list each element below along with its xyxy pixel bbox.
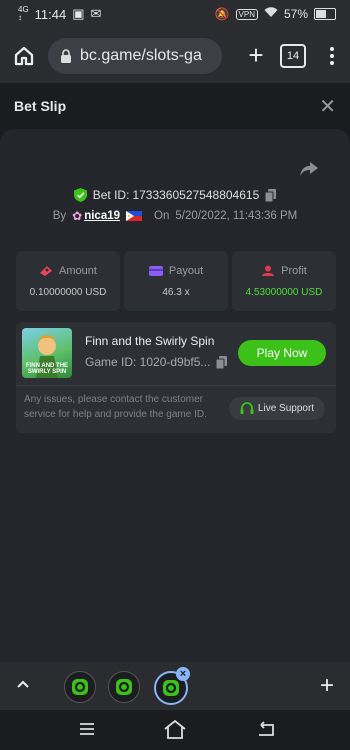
stat-profit: Profit 4.53000000 USD: [232, 251, 336, 311]
game-id-line: Game ID: 1020-d9bf5...: [85, 355, 228, 369]
tab-thumbnail[interactable]: [64, 671, 96, 703]
bcgame-favicon-icon: [116, 679, 132, 695]
modal-header: Bet Slip ✕: [0, 83, 350, 129]
profit-value: 4.53000000 USD: [245, 286, 323, 298]
new-tab-button[interactable]: +: [234, 40, 278, 71]
by-label: By: [52, 210, 67, 222]
bet-id-line: Bet ID: 1733360527548804615: [0, 188, 350, 202]
tab-switcher-button[interactable]: 14: [280, 43, 306, 68]
browser-toolbar: bc.game/slots-ga + 14: [0, 28, 350, 83]
amount-label: Amount: [59, 264, 97, 277]
divider: [16, 385, 336, 386]
modal-title: Bet Slip: [14, 98, 67, 114]
headset-icon: [240, 402, 254, 414]
copy-icon[interactable]: [265, 188, 277, 202]
status-bar: 4G ↕ 11:44 ▣ ✉ 🔕 VPN 57%: [0, 0, 350, 28]
tab-thumbnail[interactable]: [108, 671, 140, 703]
game-id-value: Game ID: 1020-d9bf5...: [85, 355, 211, 369]
philippines-flag-icon: [126, 211, 143, 221]
user-avatar-icon: ✿: [72, 209, 83, 223]
game-card: FINN AND THE SWIRLY SPIN Finn and the Sw…: [16, 322, 336, 433]
support-notice: Any issues, please contact the customer …: [24, 394, 207, 420]
play-now-button[interactable]: Play Now: [238, 340, 326, 366]
battery-percent: 57%: [283, 7, 308, 21]
username-link[interactable]: nica19: [84, 210, 120, 222]
close-icon[interactable]: ✕: [319, 94, 336, 119]
chat-notification-icon: ▣: [72, 6, 85, 21]
bet-id-label: Bet ID:: [92, 188, 130, 202]
payout-icon: [148, 265, 163, 276]
stat-amount: Amount 0.10000000 USD: [16, 251, 120, 311]
clock: 11:44: [34, 6, 67, 22]
bet-stats: Amount 0.10000000 USD Payout 46.3 x Prof…: [16, 251, 336, 311]
vpn-icon: VPN: [235, 8, 258, 20]
bet-datetime: 5/20/2022, 11:43:36 PM: [175, 210, 298, 222]
game-thumbnail-title: FINN AND THE SWIRLY SPIN: [25, 363, 69, 375]
bcgame-favicon-icon: [72, 679, 88, 695]
url-text: bc.game/slots-ga: [80, 46, 202, 64]
gmail-icon: ✉: [90, 6, 102, 21]
plus-icon: +: [248, 40, 264, 70]
system-home-icon[interactable]: [163, 718, 187, 740]
game-name: Finn and the Swirly Spin: [85, 334, 215, 348]
payout-label: Payout: [168, 264, 204, 277]
close-tab-icon[interactable]: ×: [176, 667, 190, 681]
home-button[interactable]: [0, 45, 48, 67]
mute-icon: 🔕: [214, 7, 230, 21]
tab-strip: × +: [0, 662, 350, 710]
share-icon[interactable]: [300, 162, 318, 181]
bet-slip-panel: Bet ID: 1733360527548804615 By ✿ nica19 …: [0, 129, 350, 662]
amount-value: 0.10000000 USD: [29, 286, 107, 298]
lock-icon: [61, 48, 71, 63]
home-icon: [14, 46, 34, 65]
bet-meta-line: By ✿ nica19 On 5/20/2022, 11:43:36 PM: [0, 209, 350, 223]
bcgame-favicon-icon: [163, 680, 179, 696]
new-tab-plus-icon[interactable]: +: [320, 672, 334, 700]
verified-shield-icon: [73, 188, 87, 202]
battery-icon: [314, 8, 336, 20]
network-indicator: 4G ↕: [18, 6, 29, 22]
address-bar[interactable]: bc.game/slots-ga: [48, 37, 222, 74]
chevron-up-icon[interactable]: [15, 676, 31, 692]
bet-id-value: 1733360527548804615: [132, 188, 260, 202]
stat-payout: Payout 46.3 x: [124, 251, 228, 311]
network-activity: ↕: [18, 13, 22, 22]
amount-icon: [40, 265, 53, 276]
browser-menu-button[interactable]: [314, 46, 350, 65]
wifi-icon: [264, 7, 278, 21]
game-thumbnail[interactable]: FINN AND THE SWIRLY SPIN: [22, 328, 72, 378]
back-icon[interactable]: [256, 720, 276, 738]
profit-label: Profit: [281, 264, 307, 277]
profit-icon: [262, 265, 275, 276]
payout-value: 46.3 x: [162, 286, 190, 298]
on-label: On: [154, 210, 170, 222]
recent-apps-icon[interactable]: [78, 720, 96, 738]
live-support-button[interactable]: Live Support: [229, 397, 325, 420]
copy-icon[interactable]: [216, 355, 228, 369]
live-support-label: Live Support: [257, 403, 315, 414]
system-navigation-bar: [0, 710, 350, 750]
